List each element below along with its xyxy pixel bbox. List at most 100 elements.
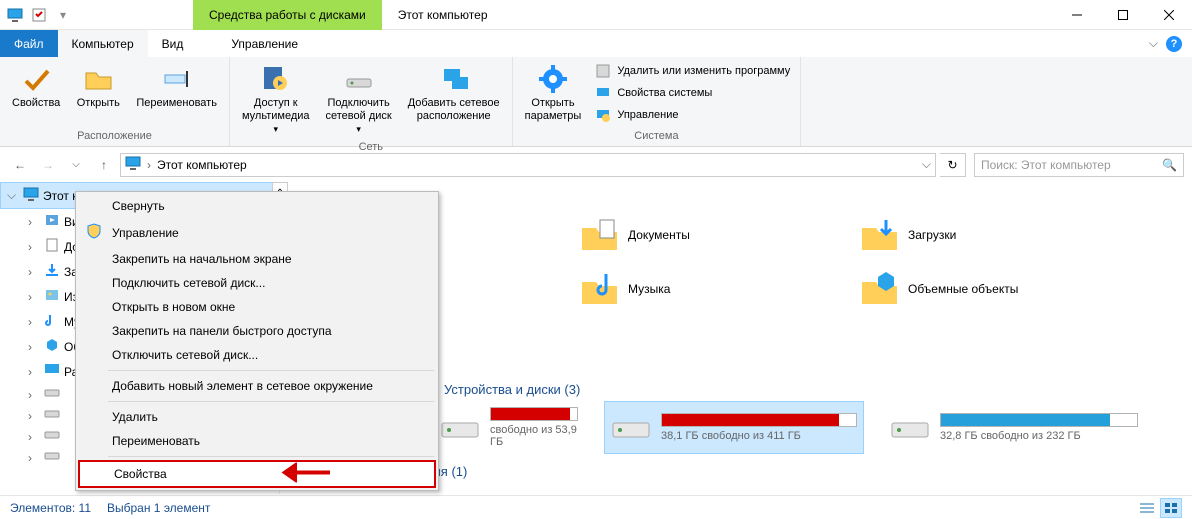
tree-expand-icon[interactable]: › [28,290,40,304]
maximize-button[interactable] [1100,0,1146,30]
this-pc-icon [125,155,141,174]
shield-icon [86,223,102,242]
qa-dropdown-icon[interactable]: ▾ [52,4,74,26]
gear-icon [537,63,569,95]
context-menu-item[interactable]: Свернуть [78,194,436,218]
context-menu-item[interactable]: Отключить сетевой диск... [78,343,436,367]
address-bar[interactable]: › Этот компьютер ⌵ [120,153,936,177]
folder-item[interactable]: Музыка [574,264,834,314]
qa-properties-icon[interactable] [28,4,50,26]
search-input[interactable]: Поиск: Этот компьютер 🔍 [974,153,1184,177]
ribbon-system-properties-button[interactable]: Свойства системы [591,83,794,103]
ribbon-collapse-chevron[interactable]: ⌵ [1149,36,1158,51]
help-icon[interactable]: ? [1166,36,1182,52]
folder-label: Музыка [628,282,670,296]
ribbon-group-location: Расположение [6,128,223,144]
nav-forward-button[interactable]: → [36,153,60,177]
tab-view[interactable]: Вид [148,30,198,57]
window-title: Этот компьютер [382,8,488,22]
ribbon-rename-button[interactable]: Переименовать [130,59,223,114]
folder-icon [44,212,60,231]
add-network-location-icon [438,63,470,95]
folder-item[interactable]: Документы [574,210,834,260]
ribbon-manage-button[interactable]: Управление [591,105,794,125]
refresh-button[interactable]: ↻ [940,153,966,177]
context-menu-item[interactable]: Переименовать [78,429,436,453]
folder-item[interactable]: Загрузки [854,210,1114,260]
context-menu-label: Переименовать [112,434,200,448]
system-properties-icon [595,85,611,101]
tree-expand-icon[interactable]: › [28,315,40,329]
tree-expand-icon[interactable]: › [28,215,40,229]
breadcrumb-sep-icon: › [147,158,151,172]
annotation-arrow-icon [270,463,330,486]
context-menu-label: Закрепить на панели быстрого доступа [112,324,332,338]
context-menu-label: Удалить [112,410,158,424]
uninstall-icon [595,63,611,79]
folder-icon [44,337,60,356]
nav-back-button[interactable]: ← [8,153,32,177]
tab-file[interactable]: Файл [0,30,58,57]
drive-free-text: 38,1 ГБ свободно из 411 ГБ [661,430,857,442]
drive-icon [440,413,480,443]
folder-item[interactable]: Объемные объекты [854,264,1114,314]
address-dropdown-icon[interactable]: ⌵ [922,157,931,172]
this-pc-icon [23,186,39,205]
search-icon: 🔍 [1162,158,1177,172]
manage-icon [595,107,611,123]
ribbon-uninstall-button[interactable]: Удалить или изменить программу [591,61,794,81]
drive-item[interactable]: 38,1 ГБ свободно из 411 ГБ [604,401,864,454]
folder-icon [578,214,620,256]
tree-expand-icon[interactable]: › [28,265,40,279]
folder-icon [44,362,60,381]
tree-expand-icon[interactable]: ⌵ [7,188,19,203]
folder-icon [44,262,60,281]
context-menu-label: Открыть в новом окне [112,300,235,314]
folder-icon [578,268,620,310]
ribbon-media-button[interactable]: Доступ к мультимедиа ▾ [236,59,316,139]
drive-free-text: свободно из 53,9 ГБ [490,424,578,448]
qa-monitor-icon[interactable] [4,4,26,26]
minimize-button[interactable] [1054,0,1100,30]
status-item-count: Элементов: 11 [10,501,91,515]
context-menu-item[interactable]: Свойства [78,460,436,488]
ribbon-open-button[interactable]: Открыть [70,59,126,114]
folder-icon [44,237,60,256]
context-menu-item[interactable]: Управление [78,218,436,247]
contextual-tab-label: Средства работы с дисками [193,0,382,30]
folder-label: Документы [628,228,690,242]
section-drives[interactable]: Устройства и диски (3) [444,378,1192,401]
context-menu-item[interactable]: Подключить сетевой диск... [78,271,436,295]
chevron-down-icon: ▾ [356,124,361,135]
drive-icon [611,413,651,443]
rename-icon [161,63,193,95]
context-menu-item[interactable]: Закрепить на начальном экране [78,247,436,271]
nav-up-button[interactable]: ↑ [92,153,116,177]
folder-label: Загрузки [908,228,956,242]
context-menu-label: Подключить сетевой диск... [112,276,265,290]
context-menu-item[interactable]: Открыть в новом окне [78,295,436,319]
tree-expand-icon[interactable]: › [28,240,40,254]
ribbon-add-location-button[interactable]: Добавить сетевое расположение [402,59,506,126]
check-icon [20,63,52,95]
context-menu-item[interactable]: Добавить новый элемент в сетевое окружен… [78,374,436,398]
ribbon-properties-button[interactable]: Свойства [6,59,66,114]
context-menu-item[interactable]: Удалить [78,405,436,429]
tree-expand-icon[interactable]: › [28,365,40,379]
tab-manage[interactable]: Управление [217,30,312,57]
close-button[interactable] [1146,0,1192,30]
context-menu-item[interactable]: Закрепить на панели быстрого доступа [78,319,436,343]
breadcrumb-this-pc[interactable]: Этот компьютер [157,158,247,172]
tab-computer[interactable]: Компьютер [58,30,148,57]
tree-expand-icon[interactable]: › [28,340,40,354]
drive-item[interactable]: свободно из 53,9 ГБ [434,401,584,454]
status-selection: Выбран 1 элемент [107,501,210,515]
ribbon-map-drive-button[interactable]: Подключить сетевой диск ▾ [320,59,398,139]
drive-item[interactable]: 32,8 ГБ свободно из 232 ГБ [884,401,1144,454]
view-details-button[interactable] [1136,498,1158,518]
ribbon-open-settings-button[interactable]: Открыть параметры [519,59,588,126]
nav-recent-button[interactable]: ⌵ [64,153,88,177]
view-tiles-button[interactable] [1160,498,1182,518]
context-menu-label: Свойства [114,467,167,481]
drive-icon [44,450,60,465]
